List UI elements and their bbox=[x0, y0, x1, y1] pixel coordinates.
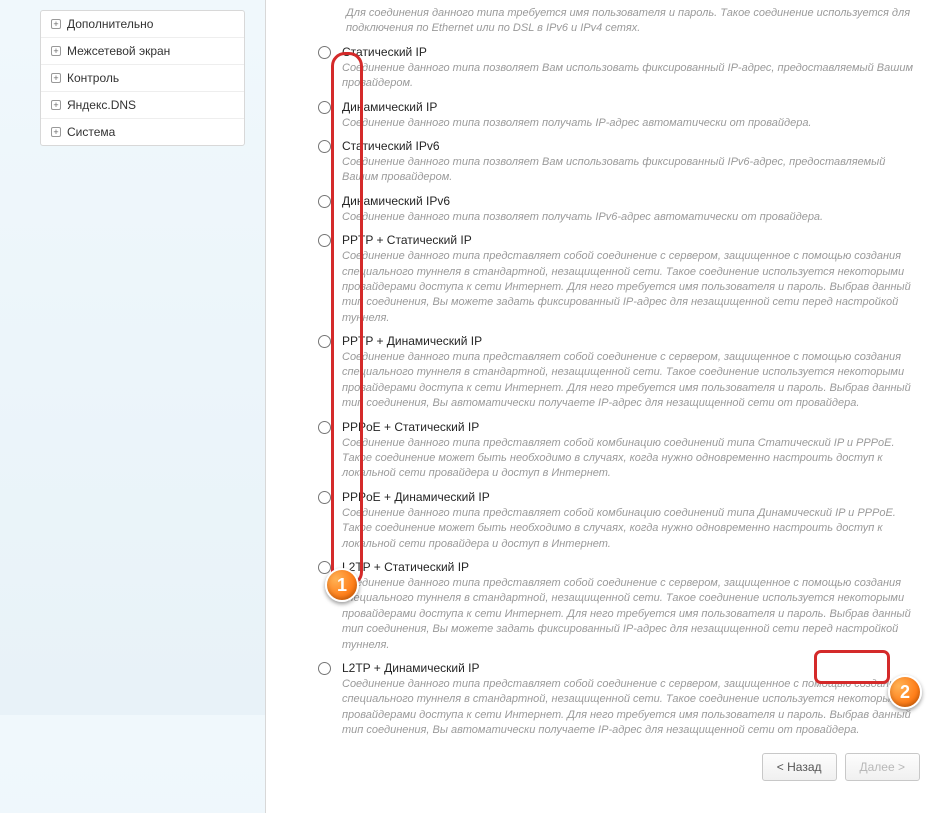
sidebar-item-advanced[interactable]: Дополнительно bbox=[41, 11, 244, 38]
connection-option[interactable]: PPTP + Динамический IP Соединение данног… bbox=[296, 330, 920, 416]
sidebar-item-system[interactable]: Система bbox=[41, 119, 244, 145]
menu-box: Дополнительно Межсетевой экран Контроль … bbox=[40, 10, 245, 146]
connection-option[interactable]: PPTP + Статический IP Соединение данного… bbox=[296, 229, 920, 330]
connection-option[interactable]: Динамический IP Соединение данного типа … bbox=[296, 96, 920, 135]
radio-static-ipv6[interactable] bbox=[318, 140, 331, 153]
radio-l2tp-dynamic[interactable] bbox=[318, 662, 331, 675]
connection-option[interactable]: L2TP + Динамический IP Соединение данног… bbox=[296, 657, 920, 743]
plus-icon bbox=[51, 19, 61, 29]
sidebar-item-control[interactable]: Контроль bbox=[41, 65, 244, 92]
connection-option[interactable]: Статический IP Соединение данного типа п… bbox=[296, 41, 920, 96]
sidebar: Дополнительно Межсетевой экран Контроль … bbox=[0, 0, 265, 813]
option-description: Соединение данного типа позволяет получа… bbox=[318, 208, 920, 225]
radio-pptp-dynamic[interactable] bbox=[318, 335, 331, 348]
option-title: Статический IP bbox=[318, 45, 920, 59]
option-title: L2TP + Динамический IP bbox=[318, 661, 920, 675]
sidebar-item-label: Контроль bbox=[67, 71, 119, 85]
radio-pppoe-dynamic[interactable] bbox=[318, 491, 331, 504]
option-title: Динамический IP bbox=[318, 100, 920, 114]
next-button[interactable]: Далее > bbox=[845, 753, 921, 781]
option-description: Соединение данного типа позволяет Вам ис… bbox=[318, 59, 920, 92]
option-title: PPPoE + Статический IP bbox=[318, 420, 920, 434]
option-description: Соединение данного типа представляет соб… bbox=[318, 574, 920, 653]
connection-option[interactable]: PPPoE + Статический IP Соединение данног… bbox=[296, 416, 920, 486]
option-title: Динамический IPv6 bbox=[318, 194, 920, 208]
option-title: PPPoE + Динамический IP bbox=[318, 490, 920, 504]
radio-l2tp-static[interactable] bbox=[318, 561, 331, 574]
sidebar-item-label: Система bbox=[67, 125, 115, 139]
radio-dynamic-ip[interactable] bbox=[318, 101, 331, 114]
option-description: Соединение данного типа представляет соб… bbox=[318, 675, 920, 739]
plus-icon bbox=[51, 73, 61, 83]
option-title: PPTP + Статический IP bbox=[318, 233, 920, 247]
option-description: Соединение данного типа представляет соб… bbox=[318, 434, 920, 482]
main-content: Для соединения данного типа требуется им… bbox=[265, 0, 950, 813]
option-description: Соединение данного типа представляет соб… bbox=[318, 247, 920, 326]
option-description: Соединение данного типа представляет соб… bbox=[318, 348, 920, 412]
connection-option[interactable]: L2TP + Статический IP Соединение данного… bbox=[296, 556, 920, 657]
radio-static-ip[interactable] bbox=[318, 46, 331, 59]
intro-description: Для соединения данного типа требуется им… bbox=[296, 0, 920, 41]
connection-option[interactable]: PPPoE + Динамический IP Соединение данно… bbox=[296, 486, 920, 556]
plus-icon bbox=[51, 100, 61, 110]
option-title: L2TP + Статический IP bbox=[318, 560, 920, 574]
sidebar-item-firewall[interactable]: Межсетевой экран bbox=[41, 38, 244, 65]
connection-option[interactable]: Динамический IPv6 Соединение данного тип… bbox=[296, 190, 920, 229]
option-title: Статический IPv6 bbox=[318, 139, 920, 153]
radio-dynamic-ipv6[interactable] bbox=[318, 195, 331, 208]
sidebar-item-yandex-dns[interactable]: Яндекс.DNS bbox=[41, 92, 244, 119]
footer-buttons: < Назад Далее > bbox=[762, 753, 920, 781]
sidebar-item-label: Яндекс.DNS bbox=[67, 98, 136, 112]
sidebar-item-label: Дополнительно bbox=[67, 17, 153, 31]
connection-option[interactable]: Статический IPv6 Соединение данного типа… bbox=[296, 135, 920, 190]
back-button[interactable]: < Назад bbox=[762, 753, 837, 781]
option-description: Соединение данного типа представляет соб… bbox=[318, 504, 920, 552]
option-description: Соединение данного типа позволяет получа… bbox=[318, 114, 920, 131]
sidebar-item-label: Межсетевой экран bbox=[67, 44, 170, 58]
option-description: Соединение данного типа позволяет Вам ис… bbox=[318, 153, 920, 186]
plus-icon bbox=[51, 46, 61, 56]
option-title: PPTP + Динамический IP bbox=[318, 334, 920, 348]
radio-pptp-static[interactable] bbox=[318, 234, 331, 247]
plus-icon bbox=[51, 127, 61, 137]
radio-pppoe-static[interactable] bbox=[318, 421, 331, 434]
